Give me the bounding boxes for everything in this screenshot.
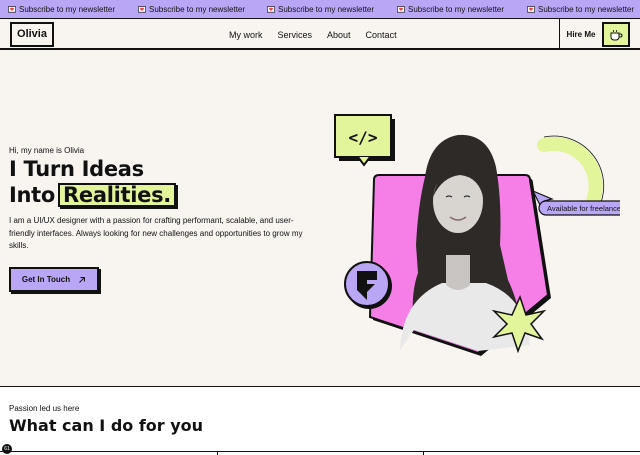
nav-my-work[interactable]: My work bbox=[229, 30, 263, 40]
marquee-item[interactable]: Subscribe to my newsletter bbox=[8, 0, 116, 18]
newsletter-marquee[interactable]: Subscribe to my newsletter Subscribe to … bbox=[0, 0, 640, 19]
availability-text: Available for freelance bbox=[547, 204, 620, 213]
section-eyebrow: Passion led us here bbox=[9, 404, 80, 413]
headline-line-2: Into Realities. bbox=[9, 182, 176, 208]
column-divider bbox=[217, 451, 218, 455]
nav-services[interactable]: Services bbox=[278, 30, 313, 40]
logo[interactable]: Olivia bbox=[10, 22, 54, 47]
heart-envelope-icon bbox=[397, 6, 405, 13]
main-nav: My work Services About Contact bbox=[229, 19, 412, 50]
section-divider bbox=[0, 451, 640, 452]
cta-label: Get In Touch bbox=[21, 275, 71, 284]
heart-envelope-icon bbox=[8, 6, 16, 13]
marquee-text: Subscribe to my newsletter bbox=[19, 5, 116, 14]
marquee-item[interactable]: Subscribe to my newsletter bbox=[397, 0, 505, 18]
headline-highlight: Realities. bbox=[58, 183, 176, 207]
hire-me-button[interactable]: Hire Me bbox=[559, 19, 602, 50]
heart-envelope-icon bbox=[267, 6, 275, 13]
marquee-item[interactable]: Subscribe to my newsletter bbox=[527, 0, 635, 18]
code-badge-text: </> bbox=[349, 128, 378, 147]
heart-envelope-icon bbox=[527, 6, 535, 13]
services-section: Passion led us here What can I do for yo… bbox=[0, 386, 640, 455]
marquee-text: Subscribe to my newsletter bbox=[538, 5, 635, 14]
coffee-cup-icon bbox=[610, 29, 623, 40]
hero-greeting: Hi, my name is Olivia bbox=[9, 146, 85, 155]
hero-description: I am a UI/UX designer with a passion for… bbox=[9, 216, 303, 250]
heart-envelope-icon bbox=[138, 6, 146, 13]
get-in-touch-button[interactable]: Get In Touch bbox=[9, 267, 99, 292]
coffee-button[interactable] bbox=[602, 22, 630, 47]
hero-headline: I Turn Ideas Into Realities. bbox=[9, 156, 176, 208]
headline-prefix: Into bbox=[9, 183, 56, 207]
nav-contact[interactable]: Contact bbox=[366, 30, 397, 40]
corner-badge[interactable]: 61 bbox=[2, 444, 12, 454]
column-divider bbox=[423, 451, 424, 455]
lime-arc-shape bbox=[537, 136, 603, 210]
hero-illustration: </> Available for freelance bbox=[334, 114, 620, 356]
site-header: Olivia My work Services About Contact Hi… bbox=[0, 19, 640, 50]
arrow-up-right-icon bbox=[79, 276, 86, 283]
marquee-item[interactable]: Subscribe to my newsletter bbox=[138, 0, 246, 18]
marquee-text: Subscribe to my newsletter bbox=[149, 5, 246, 14]
marquee-item[interactable]: Subscribe to my newsletter bbox=[267, 0, 375, 18]
headline-line-1: I Turn Ideas bbox=[9, 157, 144, 181]
marquee-text: Subscribe to my newsletter bbox=[278, 5, 375, 14]
nav-about[interactable]: About bbox=[327, 30, 351, 40]
marquee-text: Subscribe to my newsletter bbox=[408, 5, 505, 14]
section-title: What can I do for you bbox=[9, 416, 204, 435]
